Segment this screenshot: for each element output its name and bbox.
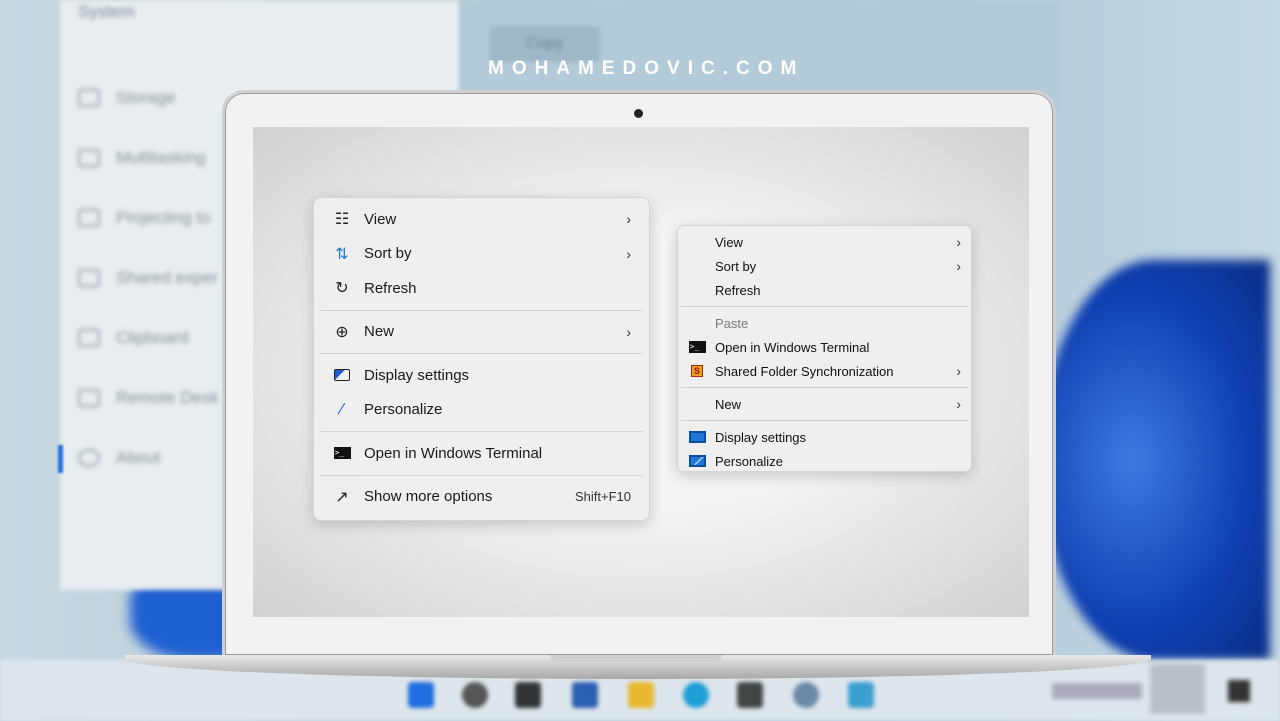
- chevron-right-icon: ›: [956, 396, 961, 412]
- store-icon: [737, 682, 763, 708]
- chevron-right-icon: ›: [956, 363, 961, 379]
- about-icon: [78, 449, 100, 467]
- settings-title: System: [78, 2, 135, 21]
- start-icon: [408, 682, 434, 708]
- windows-bloom-wallpaper: [1040, 260, 1270, 660]
- menu-item-sort-by[interactable]: ⇅ Sort by ›: [318, 237, 645, 272]
- chevron-right-icon: ›: [956, 258, 961, 274]
- menu-item-sort-by[interactable]: Sort by ›: [678, 254, 971, 278]
- search-icon: [462, 682, 488, 708]
- divider: [681, 306, 968, 307]
- divider: [320, 309, 643, 311]
- divider: [320, 431, 643, 432]
- laptop-notch: [550, 655, 722, 662]
- clipboard-icon: [78, 329, 100, 347]
- webcam: [634, 109, 643, 118]
- menu-item-open-terminal[interactable]: >_ Open in Windows Terminal: [318, 436, 645, 471]
- storage-icon: [78, 89, 100, 107]
- task-view-icon: [515, 682, 541, 708]
- menu-item-refresh[interactable]: ↻ Refresh: [318, 271, 645, 306]
- refresh-icon: ↻: [335, 280, 349, 298]
- display-settings-icon: [332, 365, 352, 385]
- watermark: MOHAMEDOVIC.COM: [488, 58, 805, 79]
- plus-circle-icon: ⊕: [335, 323, 349, 341]
- personalize-icon: [688, 453, 706, 469]
- settings-item: Shared exper: [78, 268, 218, 288]
- menu-item-refresh[interactable]: Refresh: [678, 278, 971, 302]
- clock: [1150, 664, 1205, 714]
- divider: [681, 420, 968, 421]
- menu-item-display-settings[interactable]: Display settings: [318, 358, 645, 393]
- menu-item-new[interactable]: New ›: [678, 392, 971, 416]
- divider: [320, 353, 643, 354]
- external-icon: ↗: [335, 488, 349, 506]
- settings-item: Multitasking: [78, 148, 206, 168]
- settings-item: Storage: [78, 88, 176, 108]
- menu-item-show-more-options[interactable]: ↗ Show more options Shift+F10: [318, 480, 645, 515]
- menu-item-paste: Paste: [715, 315, 749, 331]
- widgets-icon: [572, 682, 598, 708]
- menu-item-new[interactable]: ⊕ New ›: [318, 315, 645, 350]
- divider: [320, 474, 643, 476]
- app-icon: [848, 682, 874, 708]
- settings-item: Remote Desk: [78, 388, 219, 408]
- shared-icon: [78, 269, 100, 287]
- menu-item-view[interactable]: View ›: [678, 230, 971, 254]
- win11-context-menu: ☷ View › ⇅ Sort by › ↻ Refresh ⊕ New › Display …: [313, 197, 650, 521]
- settings-item: Clipboard: [78, 328, 189, 348]
- chevron-right-icon: ›: [626, 245, 631, 262]
- menu-item-display-settings[interactable]: Display settings: [678, 425, 971, 449]
- menu-item-personalize[interactable]: ∕ Personalize: [318, 393, 645, 428]
- chevron-right-icon: ›: [626, 211, 631, 228]
- shortcut-label: Shift+F10: [574, 489, 631, 505]
- terminal-icon: >_: [688, 339, 706, 355]
- chevron-right-icon: ›: [956, 234, 961, 250]
- menu-item-open-terminal[interactable]: >_ Open in Windows Terminal: [678, 335, 971, 359]
- multitasking-icon: [78, 149, 100, 167]
- notification-icon: [1228, 680, 1250, 702]
- sort-icon: ⇅: [335, 245, 349, 263]
- settings-item: About: [78, 448, 160, 468]
- classic-context-menu: View › Sort by › Refresh Paste >_ Open in W…: [677, 225, 972, 472]
- copy-button: Copy: [490, 26, 600, 62]
- monitor-icon: [688, 429, 706, 445]
- brush-icon: ∕: [340, 400, 344, 418]
- system-tray-icons: [1052, 683, 1142, 699]
- sync-icon: S: [688, 363, 706, 379]
- menu-item-shared-folder-sync[interactable]: S Shared Folder Synchronization ›: [678, 359, 971, 383]
- remote-desktop-icon: [78, 389, 100, 407]
- projecting-icon: [78, 209, 100, 227]
- file-explorer-icon: [628, 682, 654, 708]
- settings-item: Projecting to: [78, 208, 211, 228]
- active-indicator: [58, 445, 63, 473]
- grid-icon: ☷: [334, 211, 350, 229]
- edge-icon: [683, 682, 709, 708]
- menu-item-view[interactable]: ☷ View ›: [318, 202, 645, 237]
- menu-item-personalize[interactable]: Personalize: [678, 449, 971, 473]
- chevron-right-icon: ›: [626, 323, 631, 340]
- terminal-icon: >_: [332, 443, 352, 463]
- divider: [681, 387, 968, 388]
- settings-icon: [793, 682, 819, 708]
